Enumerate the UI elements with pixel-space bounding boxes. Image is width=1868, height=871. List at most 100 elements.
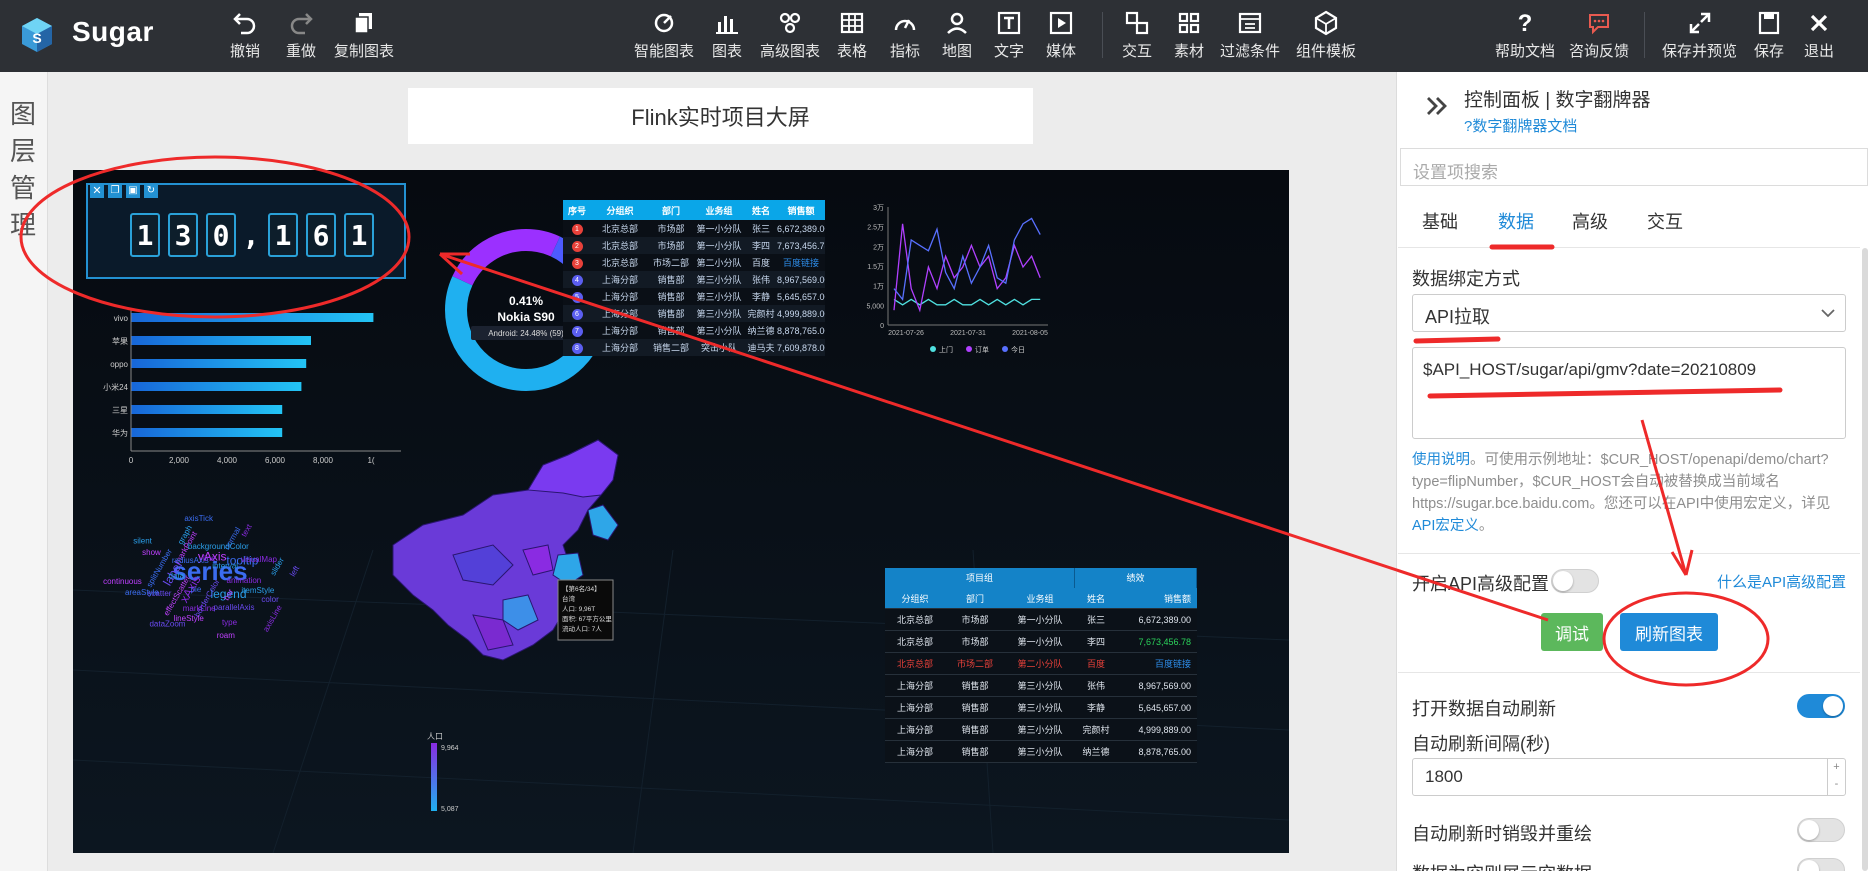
table-button[interactable]: 表格 — [837, 10, 867, 66]
group-table-row[interactable]: 北京总部 市场部 第一小分队 张三 6,672,389.00 — [885, 609, 1197, 631]
group-table-row[interactable]: 北京总部 市场部 第一小分队 李四 7,673,456.78 — [885, 631, 1197, 653]
rank-table-cell: 百度链接 — [782, 258, 819, 268]
rank-table-cell: 市场部 — [657, 224, 685, 234]
api-url-textarea[interactable]: $API_HOST/sugar/api/gmv?date=20210809 — [1412, 347, 1846, 439]
map-button[interactable]: 地图 — [942, 10, 972, 66]
copy-icon[interactable]: ❐ — [108, 184, 122, 198]
map-label: 地图 — [942, 43, 973, 60]
rank-table-row[interactable]: 3 北京总部 市场二部 第二小分队 百度 百度链接 — [563, 254, 825, 271]
redo-button[interactable]: 重做 — [286, 10, 316, 66]
smart-chart-button[interactable]: 智能图表 — [634, 10, 694, 66]
toggle-knob — [1799, 820, 1819, 840]
bar-x-tick: 0 — [129, 456, 134, 465]
settings-search-input[interactable]: 设置项搜索 — [1400, 148, 1868, 186]
rank-table-row[interactable]: 5 上海分部 销售部 第三小分队 李静 5,645,657.00 — [563, 288, 825, 305]
save-button[interactable]: 保存 — [1754, 10, 1784, 66]
destroy-redraw-toggle[interactable] — [1797, 818, 1845, 842]
rank-table-header-cell: 姓名 — [751, 205, 770, 216]
tab-interaction[interactable]: 交互 — [1647, 208, 1683, 234]
group-table-cell: 第一小分队 — [1017, 637, 1063, 647]
layer-char: 层 — [9, 136, 36, 166]
empty-data-toggle[interactable] — [1797, 858, 1845, 871]
flip-digit: 0 — [206, 213, 236, 257]
flip-separator: , — [242, 218, 260, 252]
group-table-widget[interactable]: 项目组 绩效 分组织 部门 业务组 姓名 销售额 北京总部 市场部 第一小分队 张三 6,672,38… — [885, 568, 1197, 763]
filter-button[interactable]: 过滤条件 — [1220, 10, 1280, 66]
word-cloud-word: parallelAxis — [214, 603, 255, 612]
line-y-tick: 0 — [880, 323, 884, 330]
save-preview-button[interactable]: 保存并预览 — [1662, 10, 1737, 66]
text-button[interactable]: 文字 — [994, 10, 1024, 66]
toolbar-divider — [1102, 12, 1103, 58]
rank-table-row[interactable]: 2 北京总部 市场部 第一小分队 李四 7,673,456.78 — [563, 237, 825, 254]
rank-table-cell: 北京总部 — [601, 241, 638, 251]
group-table-row[interactable]: 上海分部 销售部 第三小分队 完颜村 4,999,889.00 — [885, 719, 1197, 741]
help-doc-label: 帮助文档 — [1495, 43, 1556, 60]
adv-config-help-link[interactable]: 什么是API高级配置 — [1717, 571, 1846, 592]
group-table-row[interactable]: 上海分部 销售部 第三小分队 张伟 8,967,569.00 — [885, 675, 1197, 697]
group-table-cell: 销售部 — [961, 747, 989, 757]
tab-advanced[interactable]: 高级 — [1572, 208, 1608, 234]
delete-icon[interactable]: ✕ — [90, 184, 104, 198]
panel-scrollbar[interactable] — [1862, 248, 1868, 871]
tab-basic[interactable]: 基础 — [1422, 208, 1458, 234]
auto-refresh-toggle[interactable] — [1797, 694, 1845, 718]
material-button[interactable]: 素材 — [1174, 10, 1204, 66]
word-cloud-widget[interactable]: seriesxAxisyAxislegendlabel tooltipmarkLi… — [98, 495, 323, 665]
interaction-button[interactable]: 交互 — [1122, 10, 1152, 66]
media-button[interactable]: 媒体 — [1046, 10, 1076, 66]
chart-button[interactable]: 图表 — [712, 10, 742, 66]
panel-doc-link[interactable]: ?数字翻牌器文档 — [1464, 115, 1577, 136]
feedback-button[interactable]: 咨询反馈 — [1569, 10, 1629, 66]
layer-panel-label[interactable]: 图 层 管 理 — [8, 96, 38, 244]
component-template-button[interactable]: 组件模板 — [1296, 10, 1356, 66]
group-table-cell: 北京总部 — [896, 637, 933, 647]
rank-table-cell: 4,999,889.00 — [777, 308, 825, 319]
table-icon — [840, 12, 864, 34]
line-chart-widget[interactable]: 3万 2.5万 2万 1.5万 1万 5,000 0 2021-07-26 2021-07-31… — [853, 200, 1053, 370]
number-stepper[interactable]: + - — [1827, 759, 1845, 795]
binding-select[interactable]: API拉取 — [1412, 294, 1846, 332]
refresh-icon[interactable]: ↻ — [144, 184, 158, 198]
exit-button[interactable]: 退出 — [1804, 10, 1834, 66]
debug-button[interactable]: 调试 — [1541, 613, 1603, 651]
rank-table-row[interactable]: 6 上海分部 销售部 第三小分队 完颜村 4,999,889.00 — [563, 305, 825, 322]
rank-table-row[interactable]: 1 北京总部 市场部 第一小分队 张三 6,672,389.00 — [563, 220, 825, 237]
rank-table-cell: 2 — [563, 240, 591, 252]
dashboard-title[interactable]: Flink实时项目大屏 — [408, 88, 1033, 144]
refresh-chart-button[interactable]: 刷新图表 — [1620, 613, 1718, 651]
collapse-panel-icon[interactable] — [1424, 94, 1450, 118]
tab-data[interactable]: 数据 — [1498, 208, 1534, 234]
group-table-cell: 4,999,889.00 — [1138, 724, 1191, 735]
advanced-chart-button[interactable]: 高级图表 — [760, 10, 820, 66]
smart-chart-icon — [654, 13, 674, 33]
rank-table-cell: 7,609,878.00 — [777, 342, 825, 353]
indicator-button[interactable]: 指标 — [890, 10, 920, 66]
rank-table-cell: 第三小分队 — [696, 326, 742, 336]
lock-icon[interactable]: ▣ — [126, 184, 140, 198]
binding-value: API拉取 — [1425, 307, 1491, 327]
bar-category-label: 小米24 — [103, 382, 128, 392]
undo-button[interactable]: 撤销 — [230, 10, 260, 66]
refresh-interval-input[interactable]: 1800 + - — [1412, 758, 1846, 796]
rank-table-widget[interactable]: 序号 分组织 部门 业务组 姓名 销售额 1 北京总部 市场部 第一小分队 张三 6,672,389.… — [563, 200, 825, 356]
rank-table-row[interactable]: 4 上海分部 销售部 第三小分队 张伟 8,967,569.00 — [563, 271, 825, 288]
china-map-widget[interactable]: 【第6名/34】 台湾 人口: 9,96T 面积: 67平方公里 流动人口: 7… — [353, 435, 683, 685]
help-doc-button[interactable]: ? 帮助文档 — [1495, 10, 1555, 66]
flip-number-widget[interactable]: ✕ ❐ ▣ ↻ 1 3 0 , 1 6 1 — [86, 183, 406, 279]
group-table-row[interactable]: 上海分部 销售部 第三小分队 纳兰德 8,878,765.00 — [885, 741, 1197, 763]
rank-table-row[interactable]: 8 上海分部 销售二部 突击小队 迪马夫 7,609,878.00 — [563, 339, 825, 356]
copy-chart-button[interactable]: 复制图表 — [334, 10, 394, 66]
question-icon: ? — [1518, 10, 1533, 36]
usage-link[interactable]: 使用说明 — [1412, 452, 1470, 468]
group-table-cell: 第三小分队 — [1017, 747, 1063, 757]
adv-config-toggle[interactable] — [1551, 569, 1599, 593]
toggle-knob — [1799, 860, 1819, 871]
group-table-row[interactable]: 上海分部 销售部 第三小分队 李静 5,645,657.00 — [885, 697, 1197, 719]
api-help-text: 使用说明。可使用示例地址：$CUR_HOST/openapi/demo/char… — [1412, 449, 1850, 537]
dashboard-screen[interactable]: ✕ ❐ ▣ ↻ 1 3 0 , 1 6 1 vivo 苹果 oppo 小米24 三星 华为… — [73, 170, 1289, 853]
text-label: 文字 — [994, 43, 1025, 60]
api-macro-link[interactable]: API宏定义 — [1412, 518, 1479, 534]
rank-table-row[interactable]: 7 上海分部 销售部 第三小分队 纳兰德 8,878,765.00 — [563, 322, 825, 339]
group-table-row[interactable]: 北京总部 市场二部 第二小分队 百度 百度链接 — [885, 653, 1197, 675]
